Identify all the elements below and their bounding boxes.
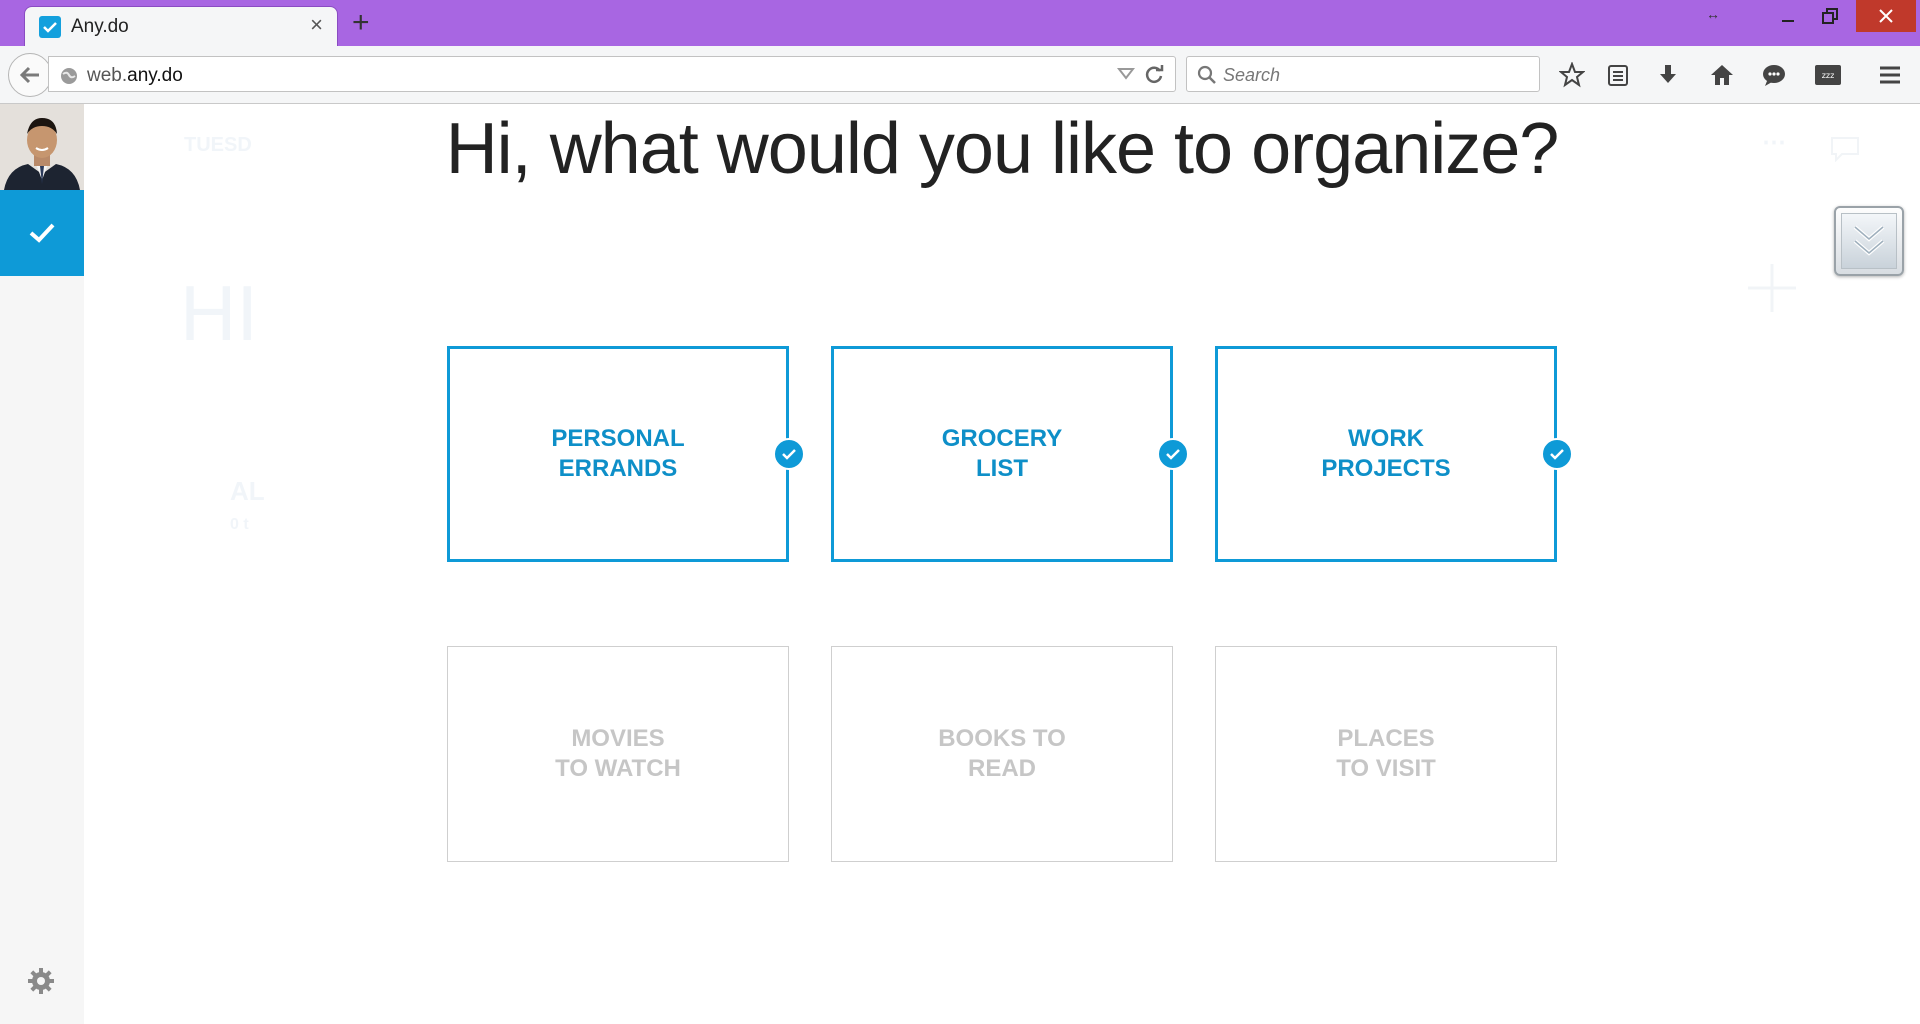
ghost-greeting: HI [180, 269, 258, 357]
back-arrow-icon [19, 66, 39, 84]
card-label: BOOKS TO READ [938, 724, 1066, 784]
card-label-line1: MOVIES [571, 725, 665, 752]
list-card-personal-errands[interactable]: PERSONAL ERRANDS [447, 346, 805, 562]
avatar[interactable] [0, 104, 84, 190]
url-text: web.any.do [87, 65, 183, 87]
list-card-places-to-visit[interactable]: PLACES TO VISIT [1215, 646, 1557, 862]
checkmark-icon [1166, 449, 1180, 460]
list-card-books-to-read[interactable]: BOOKS TO READ [831, 646, 1173, 862]
chat-icon[interactable] [1760, 61, 1788, 89]
page-title: Hi, what would you like to organize? [445, 109, 1560, 189]
app-sidebar [0, 104, 84, 1024]
url-domain: any.do [127, 65, 183, 86]
svg-text:zzz: zzz [1822, 71, 1835, 80]
globe-icon [61, 68, 77, 84]
url-history-dropdown-icon[interactable] [1117, 66, 1135, 82]
card-label: PERSONAL ERRANDS [551, 424, 684, 484]
ghost-add-icon [1748, 264, 1796, 312]
card-label-line1: GROCERY [941, 425, 1063, 452]
browser-titlebar: Any.do × + ↔ [0, 0, 1920, 46]
card-label-line1: WORK [1348, 425, 1424, 452]
download-icon[interactable] [1654, 61, 1682, 89]
search-bar[interactable] [1186, 56, 1540, 92]
back-button[interactable] [8, 53, 52, 97]
selected-check-badge[interactable] [773, 438, 805, 470]
card-label-line2: PROJECTS [1321, 455, 1451, 482]
floating-download-button[interactable] [1834, 206, 1904, 276]
settings-button[interactable] [26, 966, 56, 1001]
card-label-line1: BOOKS TO [938, 725, 1066, 752]
card-label-line2: ERRANDS [558, 455, 678, 482]
user-photo-icon [0, 104, 84, 190]
reload-icon[interactable] [1143, 64, 1165, 86]
url-prefix: web. [87, 65, 128, 86]
tab-close-icon[interactable]: × [310, 13, 323, 37]
search-input[interactable] [1223, 63, 1523, 87]
selected-check-badge[interactable] [1541, 438, 1573, 470]
gear-icon [28, 968, 54, 994]
card-label: GROCERY LIST [942, 424, 1062, 484]
double-chevron-down-icon [1841, 213, 1897, 269]
list-card-grocery-list[interactable]: GROCERY LIST [831, 346, 1189, 562]
card-label-line2: TO VISIT [1336, 755, 1436, 782]
card-label: MOVIES TO WATCH [555, 724, 681, 784]
card-label: WORK PROJECTS [1321, 424, 1450, 484]
menu-icon[interactable] [1876, 61, 1904, 89]
minimize-window-button[interactable] [1764, 0, 1812, 32]
tasks-nav-button[interactable] [0, 190, 84, 276]
card-label: PLACES TO VISIT [1336, 724, 1436, 784]
list-card-movies-to-watch[interactable]: MOVIES TO WATCH [447, 646, 789, 862]
sleep-icon[interactable]: zzz [1814, 61, 1842, 89]
anydo-favicon-icon [39, 16, 61, 38]
search-icon [1197, 65, 1216, 84]
address-bar[interactable]: web.any.do [48, 56, 1176, 92]
reading-list-icon[interactable] [1604, 61, 1632, 89]
new-tab-button[interactable]: + [352, 6, 370, 40]
ghost-item-label: AL [230, 476, 265, 506]
checkmark-icon [782, 449, 796, 460]
browser-tab-anydo[interactable]: Any.do × [24, 6, 338, 46]
card-label-line2: LIST [976, 455, 1028, 482]
card-label-line2: TO WATCH [555, 755, 681, 782]
tab-title: Any.do [71, 16, 129, 37]
selected-check-badge[interactable] [1157, 438, 1189, 470]
bookmark-star-icon[interactable] [1558, 61, 1586, 89]
card-label-line1: PLACES [1337, 725, 1435, 752]
close-window-button[interactable] [1856, 0, 1916, 32]
checkmark-icon [1550, 449, 1564, 460]
restore-window-button[interactable] [1806, 0, 1854, 32]
resize-indicator-icon: ↔ [1706, 6, 1720, 22]
card-label-line1: PERSONAL [551, 425, 685, 452]
home-icon[interactable] [1708, 61, 1736, 89]
ghost-sub-label: 0 t [230, 516, 249, 533]
browser-navbar: web.any.do zzz [0, 46, 1920, 104]
list-card-work-projects[interactable]: WORK PROJECTS [1215, 346, 1573, 562]
card-label-line2: READ [967, 755, 1036, 782]
checkmark-icon [29, 223, 55, 243]
